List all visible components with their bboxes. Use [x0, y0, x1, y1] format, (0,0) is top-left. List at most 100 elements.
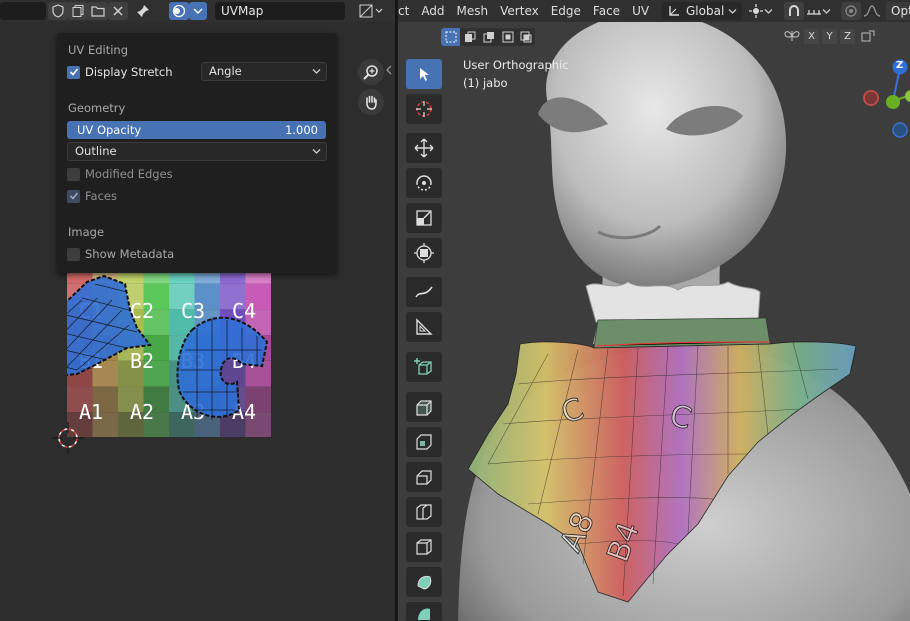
extrude-region-tool-icon[interactable] — [406, 392, 442, 422]
select-box-tool-icon[interactable] — [406, 59, 442, 89]
select-new-icon[interactable] — [441, 28, 460, 46]
section-geometry-label: Geometry — [68, 101, 126, 115]
modified-edges-checkbox[interactable] — [67, 167, 80, 181]
select-subtract-icon[interactable] — [479, 28, 498, 46]
show-metadata-checkbox[interactable] — [67, 247, 80, 261]
texture-label: B2 — [130, 349, 154, 373]
image-name-field[interactable] — [0, 2, 46, 20]
faces-row[interactable]: Faces — [67, 189, 117, 203]
fake-user-shield-icon[interactable] — [48, 2, 68, 20]
select-intersect-icon[interactable] — [517, 28, 535, 46]
transform-tool-icon[interactable] — [406, 238, 442, 268]
transform-orientation-dropdown[interactable]: Global — [662, 2, 742, 20]
loop-cut-tool-icon[interactable] — [406, 497, 442, 527]
menu-mesh[interactable]: Mesh — [451, 0, 495, 22]
section-image-label: Image — [68, 225, 105, 239]
select-extend-icon[interactable] — [460, 28, 479, 46]
zoom-view-icon[interactable] — [358, 59, 384, 85]
add-cube-tool-icon[interactable] — [406, 352, 442, 382]
snap-target-dropdown[interactable] — [806, 2, 834, 20]
poly-build-tool-icon[interactable] — [406, 567, 442, 597]
navigation-gizmo[interactable]: Z — [863, 56, 910, 146]
modified-edges-row[interactable]: Modified Edges — [67, 167, 173, 181]
edge-display-dropdown[interactable]: Outline — [67, 142, 327, 161]
mirror-butterfly-icon[interactable] — [784, 29, 800, 46]
pivot-point-icon — [749, 4, 763, 18]
open-image-folder-icon[interactable] — [88, 2, 108, 20]
scene-render: C C A8 B4 — [398, 12, 910, 621]
menu-add[interactable]: Add — [415, 0, 450, 22]
uv-opacity-label: UV Opacity — [77, 123, 142, 137]
uv-editor-header: UVMap — [0, 0, 395, 22]
unlink-image-close-icon[interactable] — [108, 2, 128, 20]
mirror-y-toggle[interactable]: Y — [822, 29, 837, 44]
show-metadata-label: Show Metadata — [85, 247, 175, 261]
new-image-icon[interactable] — [68, 2, 88, 20]
stretch-mode-dropdown[interactable]: Angle — [201, 62, 327, 81]
auto-merge-icon[interactable] — [860, 29, 876, 46]
chevron-down-icon — [728, 9, 737, 14]
pin-icon[interactable] — [133, 2, 153, 20]
annotate-tool-icon[interactable] — [406, 277, 442, 307]
inset-faces-tool-icon[interactable] — [406, 427, 442, 457]
display-channels-icon[interactable] — [358, 2, 386, 20]
chevron-down-icon — [312, 149, 321, 154]
bevel-tool-icon[interactable] — [406, 462, 442, 492]
uvmap-selector[interactable]: UVMap — [215, 2, 345, 20]
move-tool-icon[interactable] — [406, 133, 442, 163]
rotate-tool-icon[interactable] — [406, 168, 442, 198]
knife-tool-icon[interactable] — [406, 532, 442, 562]
options-dropdown[interactable]: Opti — [886, 2, 910, 20]
mirror-z-toggle[interactable]: Z — [840, 29, 855, 44]
menu-vertex[interactable]: Vertex — [494, 0, 545, 22]
chevron-down-icon — [822, 8, 831, 14]
uv-checker-texture: C1C2C3C4B1B2B3B4A1A2A3A4 — [67, 270, 271, 437]
uv-editor[interactable]: UVMap C1C2C3C4B1B2B3B4A1A2A3A4 — [0, 0, 395, 621]
proportional-editing-icon[interactable] — [841, 2, 861, 20]
viewport-header: ct Add Mesh Vertex Edge Face UV Global O… — [398, 0, 910, 22]
texture-label: A2 — [130, 400, 154, 424]
2d-cursor-icon[interactable] — [52, 422, 84, 454]
uv-opacity-value: 1.000 — [285, 123, 318, 137]
menu-face[interactable]: Face — [587, 0, 626, 22]
pan-view-hand-icon[interactable] — [358, 89, 384, 115]
measure-tool-icon[interactable] — [406, 312, 442, 342]
chevron-down-icon — [764, 8, 773, 14]
display-stretch-row[interactable]: Display Stretch — [67, 65, 173, 79]
select-mode-group — [441, 28, 535, 46]
mirror-x-toggle[interactable]: X — [804, 29, 819, 44]
uv-overlay-icon[interactable] — [169, 2, 189, 20]
uv-opacity-slider[interactable]: UV Opacity 1.000 — [67, 121, 326, 139]
snap-increment-icon — [807, 10, 821, 15]
chevron-down-icon — [312, 69, 321, 74]
falloff-curve-icon — [863, 5, 881, 17]
uv-overlays-popover: UV Editing Display Stretch Angle Geometr… — [57, 33, 337, 273]
pivot-point-dropdown[interactable] — [748, 2, 776, 20]
section-uv-editing-label: UV Editing — [68, 43, 128, 57]
gizmo-z-label: Z — [896, 60, 904, 71]
snap-toggle-magnet-icon[interactable] — [784, 2, 804, 20]
texture-label: C3 — [181, 299, 205, 323]
faces-label: Faces — [85, 189, 117, 203]
view-name-label: User Orthographic — [463, 58, 569, 72]
texture-label: C4 — [232, 299, 256, 323]
blender-window: UVMap C1C2C3C4B1B2B3B4A1A2A3A4 — [0, 0, 910, 621]
spin-tool-icon[interactable] — [406, 602, 442, 621]
display-stretch-label: Display Stretch — [85, 65, 173, 79]
cursor-tool-icon[interactable] — [406, 94, 442, 124]
texture-label: A1 — [79, 400, 103, 424]
scale-tool-icon[interactable] — [406, 203, 442, 233]
menu-edge[interactable]: Edge — [545, 0, 587, 22]
overlay-dropdown-chevron-icon[interactable] — [189, 2, 207, 20]
viewport-tool-header: X Y Z — [398, 24, 910, 48]
display-stretch-checkbox[interactable] — [67, 65, 80, 79]
object-name-label: (1) jabo — [463, 76, 508, 90]
menu-uv[interactable]: UV — [626, 0, 655, 22]
select-invert-icon[interactable] — [498, 28, 517, 46]
sidebar-collapse-chevron-icon[interactable] — [385, 64, 393, 79]
edge-display-value: Outline — [75, 144, 117, 158]
faces-checkbox[interactable] — [67, 189, 80, 203]
menu-select[interactable]: ct — [398, 0, 415, 22]
3d-viewport[interactable]: C C A8 B4 ct Add Mesh Vertex Edge Face U… — [398, 0, 910, 621]
show-metadata-row[interactable]: Show Metadata — [67, 247, 174, 261]
